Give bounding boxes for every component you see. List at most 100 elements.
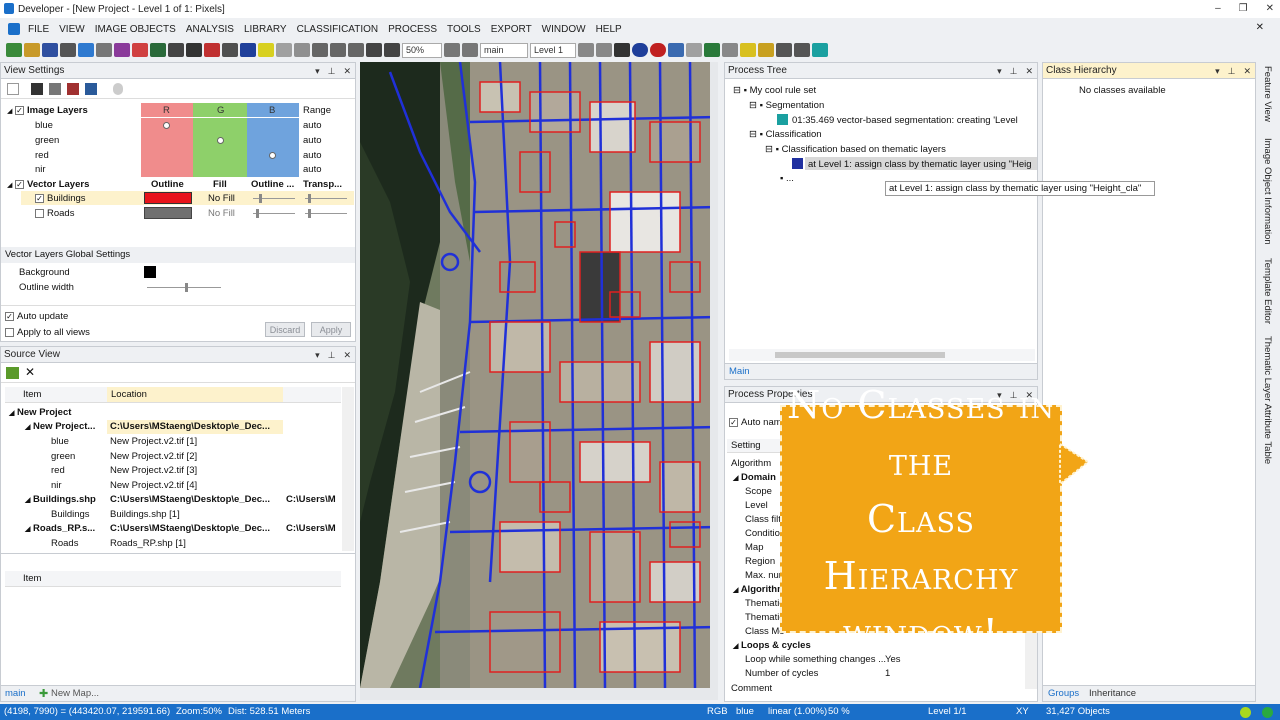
- tree-segmentation-step[interactable]: 01:35.469 vector-based segmentation: cre…: [792, 115, 1018, 126]
- menu-window[interactable]: WINDOW: [542, 24, 596, 35]
- menu-classification[interactable]: CLASSIFICATION: [297, 24, 389, 35]
- roads-transp-slider[interactable]: [305, 213, 347, 214]
- map-select[interactable]: main: [480, 42, 528, 58]
- tab-groups[interactable]: Groups: [1048, 688, 1079, 699]
- tree-row-item[interactable]: green: [51, 451, 75, 462]
- grid-icon[interactable]: [294, 43, 310, 57]
- apply-all-checkbox[interactable]: Apply to all views: [5, 327, 90, 338]
- app-menu-icon[interactable]: [8, 23, 20, 35]
- sample-icon[interactable]: [132, 43, 148, 57]
- col-item-lower[interactable]: Item: [5, 571, 145, 587]
- object-icon[interactable]: [168, 43, 184, 57]
- link-icon[interactable]: [776, 43, 792, 57]
- close-doc-icon[interactable]: ✕: [1256, 22, 1274, 33]
- zoom-out-icon[interactable]: [366, 43, 382, 57]
- menu-tools[interactable]: TOOLS: [447, 24, 491, 35]
- layer-icon[interactable]: [204, 43, 220, 57]
- slider-thumb[interactable]: [308, 194, 311, 203]
- menu-file[interactable]: FILE: [28, 24, 59, 35]
- close-button[interactable]: ✕: [1266, 0, 1274, 18]
- menu-help[interactable]: HELP: [596, 24, 632, 35]
- level-up-icon[interactable]: [596, 43, 612, 57]
- num-cycles-value[interactable]: 1: [885, 668, 890, 679]
- import-icon[interactable]: [60, 43, 76, 57]
- tree-assign-class[interactable]: at Level 1: assign class by thematic lay…: [808, 159, 1036, 170]
- tree-segmentation[interactable]: ⊟ ▪ Segmentation: [749, 100, 824, 111]
- side-tab-template-editor[interactable]: Template Editor: [1262, 258, 1273, 324]
- roads-outline-swatch[interactable]: [144, 207, 192, 219]
- tree-row-item[interactable]: blue: [51, 436, 69, 447]
- pan-icon[interactable]: [258, 43, 274, 57]
- side-tab-feature-view[interactable]: Feature View: [1262, 66, 1273, 122]
- prop-row[interactable]: Map: [745, 542, 763, 553]
- side-tab-image-object-info[interactable]: Image Object Information: [1262, 138, 1273, 245]
- save-icon[interactable]: [42, 43, 58, 57]
- prop-row[interactable]: Thematic: [745, 612, 784, 623]
- menu-analysis[interactable]: ANALYSIS: [186, 24, 244, 35]
- prop-row[interactable]: Class Mo: [745, 626, 785, 637]
- edit-icon[interactable]: [740, 43, 756, 57]
- layer-range[interactable]: auto: [303, 164, 322, 175]
- side-tab-thematic-table[interactable]: Thematic Layer Attribute Table: [1262, 336, 1273, 464]
- class-icon[interactable]: [114, 43, 130, 57]
- menu-process[interactable]: PROCESS: [388, 24, 447, 35]
- rule-set-icon[interactable]: [78, 43, 94, 57]
- single-layer-icon[interactable]: [31, 83, 43, 95]
- buildings-fill[interactable]: No Fill: [208, 193, 235, 204]
- tab-main-process[interactable]: Main: [729, 366, 750, 377]
- pin-icon[interactable]: ⊥: [1228, 63, 1236, 79]
- tab-inheritance[interactable]: Inheritance: [1089, 688, 1136, 699]
- pin-icon[interactable]: ⊥: [328, 63, 336, 79]
- b-radio-red[interactable]: [269, 152, 276, 159]
- auto-name-checkbox[interactable]: ✓ Auto nam: [729, 417, 782, 428]
- cursor-icon[interactable]: [312, 43, 328, 57]
- col-location[interactable]: Location: [107, 387, 283, 403]
- tree-icon[interactable]: [704, 43, 720, 57]
- pin-icon[interactable]: ⊥: [1010, 63, 1018, 79]
- dropdown-icon[interactable]: ▾: [997, 63, 1002, 79]
- tree-row-item[interactable]: red: [51, 465, 65, 476]
- roads-row[interactable]: Roads: [35, 208, 74, 219]
- g-radio-green[interactable]: [217, 137, 224, 144]
- tab-new-map[interactable]: New Map...: [51, 688, 99, 699]
- close-icon[interactable]: ✕: [1243, 63, 1251, 79]
- tree-row-item[interactable]: Roads: [51, 538, 78, 549]
- info-icon[interactable]: [632, 43, 648, 57]
- grayscale-icon[interactable]: [49, 83, 61, 95]
- scrollbar[interactable]: [342, 387, 354, 551]
- map-vscrollbar[interactable]: [710, 62, 718, 688]
- stop-icon[interactable]: [650, 43, 666, 57]
- layer-range[interactable]: auto: [303, 135, 322, 146]
- lock-icon[interactable]: [722, 43, 738, 57]
- menu-export[interactable]: EXPORT: [491, 24, 542, 35]
- slider-thumb[interactable]: [256, 209, 259, 218]
- tree-classification-thematic[interactable]: ⊟ ▪ Classification based on thematic lay…: [765, 144, 946, 155]
- tree-row-item[interactable]: ◢ New Project...: [25, 421, 95, 432]
- tree-row-item[interactable]: ◢ Buildings.shp: [25, 494, 96, 505]
- plus-icon[interactable]: ✚: [39, 687, 48, 700]
- dropdown-icon[interactable]: ▾: [315, 347, 320, 363]
- tree-row-item[interactable]: ◢ Roads_RP.s...: [25, 523, 95, 534]
- add-source-icon[interactable]: [6, 367, 19, 379]
- fit-icon[interactable]: [462, 43, 478, 57]
- maximize-button[interactable]: ❐: [1239, 0, 1248, 18]
- roads-width-slider[interactable]: [253, 213, 295, 214]
- tree-row-item[interactable]: Buildings: [51, 509, 90, 520]
- redo-icon[interactable]: [686, 43, 702, 57]
- buildings-outline-swatch[interactable]: [144, 192, 192, 204]
- r-radio-blue[interactable]: [163, 122, 170, 129]
- apply-button[interactable]: Apply: [311, 322, 351, 337]
- open-icon[interactable]: [24, 43, 40, 57]
- outline-width-slider[interactable]: [147, 287, 221, 288]
- background-swatch[interactable]: [144, 266, 156, 278]
- tree-root[interactable]: ⊟ ▪ My cool rule set: [733, 85, 816, 96]
- tree-row-item[interactable]: nir: [51, 480, 62, 491]
- map-view[interactable]: [360, 62, 718, 688]
- roads-fill[interactable]: No Fill: [208, 208, 235, 219]
- prop-row[interactable]: Thematic: [745, 598, 784, 609]
- close-icon[interactable]: ✕: [343, 63, 351, 79]
- buildings-row[interactable]: ✓ Buildings: [35, 193, 86, 204]
- slider-thumb[interactable]: [308, 209, 311, 218]
- window-icon[interactable]: [614, 43, 630, 57]
- dropdown-icon[interactable]: ▾: [315, 63, 320, 79]
